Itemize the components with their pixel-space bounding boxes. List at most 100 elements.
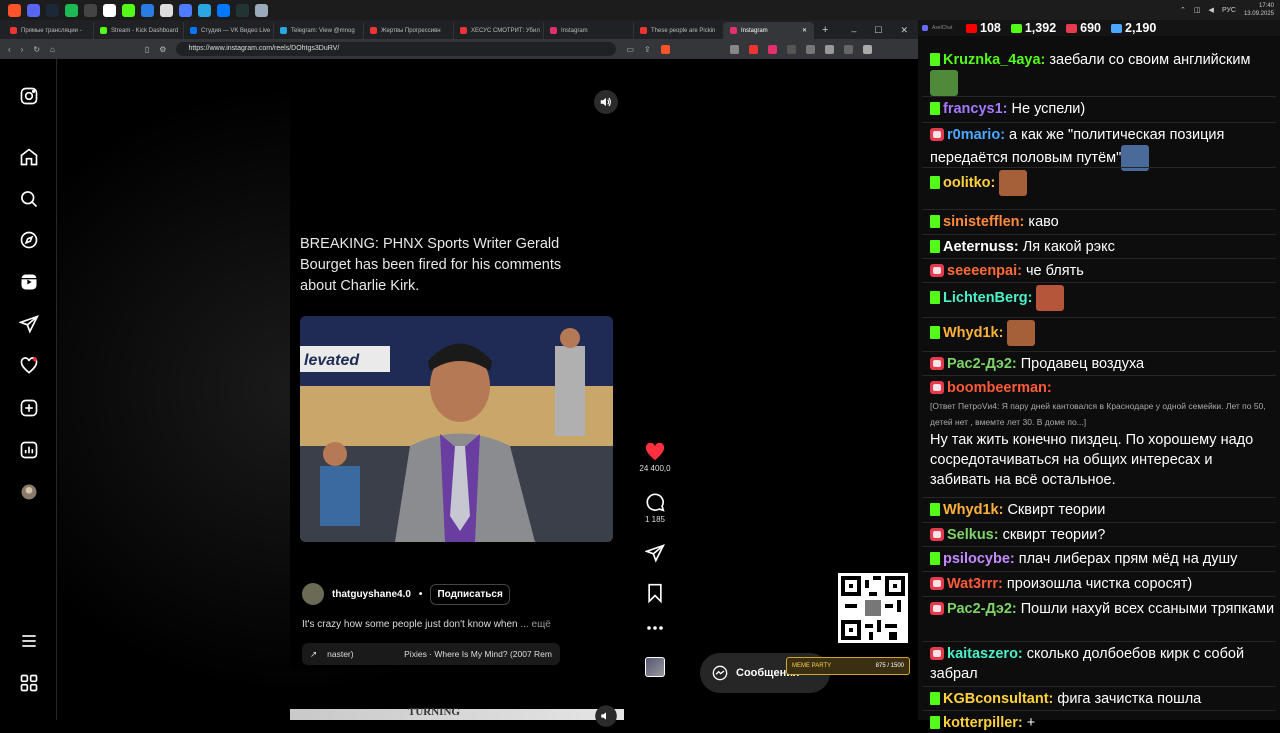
reload-icon[interactable]: ↻ [33,45,40,54]
like-button[interactable]: 24 400,0 [630,443,680,473]
extension-8-icon[interactable] [862,44,872,54]
share-button[interactable] [630,543,680,566]
chat-nickname[interactable]: KGBconsultant: [943,691,1053,707]
obs-icon[interactable] [84,3,97,17]
shield-icon[interactable] [255,3,268,17]
direct-messages-icon[interactable] [19,314,39,334]
url-field[interactable]: https://www.instagram.com/reels/DOhtgs3D… [176,42,617,56]
close-tab-icon[interactable]: ✕ [802,27,807,34]
chevron-up-icon[interactable]: ⌃ [1180,6,1186,14]
kick-icon[interactable] [122,3,135,17]
volume-icon[interactable]: ◀ [1209,6,1214,14]
chat-nickname[interactable]: kotterpiller: [943,715,1023,731]
more-apps-icon[interactable] [19,673,39,693]
browser-tab[interactable]: Студия — VK Видео Live [184,22,274,39]
clock[interactable]: 17:40 13.09.2025 [1244,2,1274,18]
reel-card[interactable]: BREAKING: PHNX Sports Writer Gerald Bour… [290,59,624,669]
author-avatar[interactable] [302,583,324,605]
maximize-button[interactable]: ☐ [874,25,882,36]
new-tab-button[interactable]: + [814,22,836,39]
create-icon[interactable] [19,398,39,418]
share-icon[interactable]: ⇪ [644,45,651,54]
profile-avatar[interactable] [19,482,39,502]
browser-tab[interactable]: Instagram ✕ [724,22,814,39]
menu-icon[interactable] [19,631,39,651]
chat-nickname[interactable]: oolitko: [943,175,995,191]
next-reel-preview[interactable]: TURNING [290,705,624,727]
minimize-button[interactable]: – [851,26,856,36]
browser-tab[interactable]: ХЕСУС СМОТРИТ: Убил [454,22,544,39]
chat-nickname[interactable]: seeeenpai: [947,263,1022,279]
comment-button[interactable]: 1 185 [630,492,680,524]
reels-icon[interactable] [19,272,39,292]
next-volume-icon[interactable] [595,705,617,727]
bookmark-icon[interactable]: ▯ [145,45,149,54]
chat-nickname[interactable]: sinistefflen: [943,214,1024,230]
telegram-icon[interactable] [198,3,211,17]
notifications-heart-icon[interactable] [19,356,39,376]
browser-tab[interactable]: Stream - Kick Dashboard [94,22,184,39]
extension-2-icon[interactable] [748,44,758,54]
reel-caption[interactable]: It's crazy how some people just don't kn… [302,619,551,630]
audio-thumbnail[interactable] [630,657,680,677]
home-icon[interactable]: ⌂ [50,45,55,54]
brave-shields-icon[interactable] [660,44,670,54]
home-nav-icon[interactable] [19,147,39,167]
language-indicator[interactable]: РУС [1222,7,1236,14]
file-icon[interactable] [160,3,173,17]
extension-1-icon[interactable] [729,44,739,54]
extension-4-icon[interactable] [786,44,796,54]
chat-nickname[interactable]: kaitaszero: [947,646,1023,662]
site-settings-icon[interactable]: ⚙ [159,45,166,54]
close-window-button[interactable]: ✕ [900,25,908,36]
chat-message: r0mario: а как же "политическая позиция … [930,125,1276,171]
extension-5-icon[interactable] [805,44,815,54]
extension-3-icon[interactable] [767,44,777,54]
extension-7-icon[interactable] [843,44,853,54]
discord-icon[interactable] [27,3,40,17]
back-icon[interactable]: ‹ [8,45,11,54]
chat-nickname[interactable]: Wat3rrr: [947,576,1003,592]
chat-nickname[interactable]: LichtenBerg: [943,290,1032,306]
dashboard-icon[interactable] [19,440,39,460]
chat-nickname[interactable]: boombeerman: [947,380,1052,396]
instagram-logo-icon[interactable] [19,86,39,106]
chat-nickname[interactable]: Aeternuss: [943,239,1019,255]
app-blue-icon[interactable] [141,3,154,17]
browser-tab[interactable]: Telegram: View @mnog [274,22,364,39]
explore-icon[interactable] [19,230,39,250]
video-icon[interactable] [179,3,192,17]
app-icon[interactable] [103,3,116,17]
steam-icon[interactable] [46,3,59,17]
extension-6-icon[interactable] [824,44,834,54]
browser-tab[interactable]: These people are Pickin [634,22,724,39]
caption-more-link[interactable]: ... ещё [520,619,550,630]
brave-icon[interactable] [8,3,21,17]
save-button[interactable] [630,583,680,606]
page-tools-icon[interactable]: ▭ [626,45,634,54]
chat-nickname[interactable]: Whyd1k: [943,325,1003,341]
audio-attribution[interactable]: ↗ naster) Pixies · Where Is My Mind? (20… [302,643,560,665]
search-icon[interactable] [19,189,39,209]
network-icon[interactable]: ◫ [1194,6,1201,14]
chat-nickname[interactable]: Selkus: [947,527,999,543]
browser-tab[interactable]: Instagram [544,22,634,39]
spotify-icon[interactable] [65,3,78,17]
browser-tab[interactable]: Жертвы Прогрессивн [364,22,454,39]
chat-nickname[interactable]: Kruznka_4aya: [943,52,1045,68]
chat-nickname[interactable]: francys1: [943,101,1007,117]
more-options-button[interactable] [630,624,680,635]
steam2-icon[interactable] [236,3,249,17]
chat-nickname[interactable]: Рас2-Дэ2: [947,356,1017,372]
author-name[interactable]: thatguyshane4.0 [332,589,411,600]
reel-photo[interactable]: levated [300,316,613,542]
chat-nickname[interactable]: Рас2-Дэ2: [947,601,1017,617]
chat-nickname[interactable]: Whyd1k: [943,502,1003,518]
volume-icon[interactable] [594,90,618,114]
vk-icon[interactable] [217,3,230,17]
follow-button[interactable]: Подписаться [430,583,510,605]
forward-icon[interactable]: › [21,45,24,54]
chat-nickname[interactable]: psilocybe: [943,551,1015,567]
chat-nickname[interactable]: r0mario: [947,127,1005,143]
browser-tab[interactable]: Прямые трансляции - [4,22,94,39]
